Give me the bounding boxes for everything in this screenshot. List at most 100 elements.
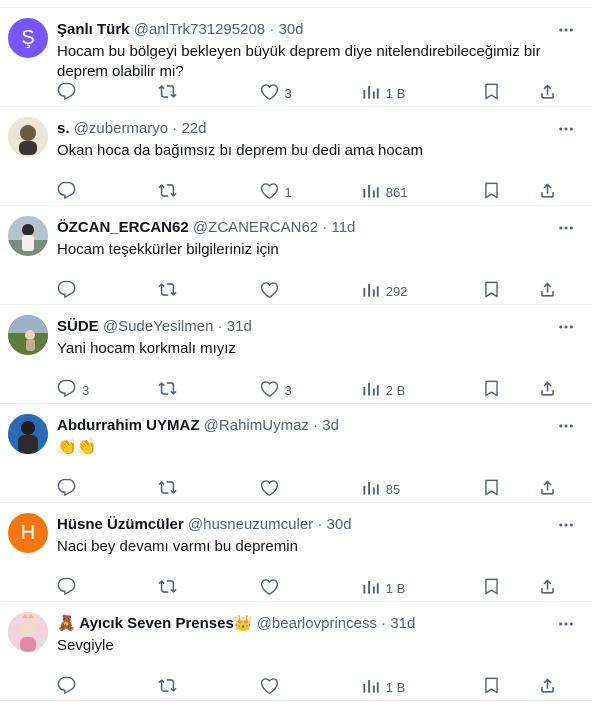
display-name[interactable]: Hüsne Üzümcüler bbox=[57, 516, 184, 533]
avatar[interactable] bbox=[8, 216, 48, 256]
views-button[interactable]: 1 B bbox=[361, 82, 421, 104]
share-icon bbox=[538, 280, 557, 302]
bookmark-button[interactable] bbox=[482, 181, 522, 203]
views-count: 1 B bbox=[385, 679, 406, 695]
tweet-header: 🧸 Ayıcık Seven Prenses👑 @bearlovprincess… bbox=[57, 614, 576, 634]
views-button[interactable]: 85 bbox=[361, 478, 421, 500]
bookmark-icon bbox=[482, 280, 501, 302]
tweet-actions-right bbox=[482, 478, 578, 500]
user-handle[interactable]: @SudeYesilmen bbox=[103, 318, 214, 335]
reply-button[interactable] bbox=[57, 181, 97, 203]
like-button[interactable] bbox=[260, 577, 300, 599]
timestamp[interactable]: 30d bbox=[278, 21, 303, 38]
reply-icon bbox=[57, 280, 76, 302]
tweet-actions-right bbox=[482, 676, 578, 698]
views-count: 1 B bbox=[385, 85, 406, 101]
like-button[interactable]: 1 bbox=[260, 181, 300, 203]
retweet-button[interactable] bbox=[158, 577, 198, 599]
reply-button[interactable] bbox=[57, 577, 97, 599]
like-button[interactable] bbox=[260, 676, 300, 698]
avatar[interactable]: Ş bbox=[8, 18, 48, 58]
avatar[interactable]: H bbox=[8, 513, 48, 553]
display-name[interactable]: s. bbox=[57, 120, 70, 137]
more-icon[interactable] bbox=[556, 218, 576, 238]
views-button[interactable]: 292 bbox=[361, 280, 421, 302]
timestamp[interactable]: 30d bbox=[327, 516, 352, 533]
reply-icon bbox=[57, 82, 76, 104]
like-button[interactable] bbox=[260, 478, 300, 500]
share-button[interactable] bbox=[538, 379, 578, 401]
retweet-button[interactable] bbox=[158, 181, 198, 203]
timestamp[interactable]: 31d bbox=[390, 615, 415, 632]
retweet-icon bbox=[158, 280, 177, 302]
like-icon bbox=[260, 478, 279, 500]
tweet-header: Şanlı Türk @anlTrk731295208 · 30d bbox=[57, 20, 576, 40]
reply-button[interactable] bbox=[57, 478, 97, 500]
more-icon[interactable] bbox=[556, 614, 576, 634]
user-handle[interactable]: @RahimUymaz bbox=[204, 417, 309, 434]
bookmark-button[interactable] bbox=[482, 379, 522, 401]
like-button[interactable] bbox=[260, 280, 300, 302]
bookmark-button[interactable] bbox=[482, 577, 522, 599]
share-button[interactable] bbox=[538, 181, 578, 203]
display-name[interactable]: Şanlı Türk bbox=[57, 21, 130, 38]
timestamp[interactable]: 3d bbox=[322, 417, 339, 434]
share-button[interactable] bbox=[538, 676, 578, 698]
avatar[interactable] bbox=[8, 612, 48, 652]
like-button[interactable]: 3 bbox=[260, 82, 300, 104]
reply-button[interactable]: 3 bbox=[57, 379, 97, 401]
retweet-button[interactable] bbox=[158, 280, 198, 302]
tweet-content: ÖZCAN_ERCAN62 @ZCANERCAN62 · 11d Hocam t… bbox=[57, 218, 576, 260]
more-icon[interactable] bbox=[556, 515, 576, 535]
tweet-content: Abdurrahim UYMAZ @RahimUymaz · 3d 👏👏 bbox=[57, 416, 576, 458]
retweet-button[interactable] bbox=[158, 478, 198, 500]
more-icon[interactable] bbox=[556, 416, 576, 436]
bookmark-button[interactable] bbox=[482, 478, 522, 500]
views-button[interactable]: 861 bbox=[361, 181, 421, 203]
tweet-text: 👏👏 bbox=[57, 439, 97, 456]
like-button[interactable]: 3 bbox=[260, 379, 300, 401]
retweet-button[interactable] bbox=[158, 379, 198, 401]
avatar[interactable] bbox=[8, 117, 48, 157]
share-icon bbox=[538, 379, 557, 401]
share-button[interactable] bbox=[538, 577, 578, 599]
views-button[interactable]: 2 B bbox=[361, 379, 421, 401]
user-handle[interactable]: @zubermaryo bbox=[74, 120, 168, 137]
views-button[interactable]: 1 B bbox=[361, 676, 421, 698]
bookmark-button[interactable] bbox=[482, 676, 522, 698]
display-name[interactable]: ÖZCAN_ERCAN62 bbox=[57, 219, 189, 236]
display-name[interactable]: Abdurrahim UYMAZ bbox=[57, 417, 200, 434]
bookmark-icon bbox=[482, 676, 501, 698]
tweet-header: Hüsne Üzümcüler @husneuzumculer · 30d bbox=[57, 515, 576, 535]
more-icon[interactable] bbox=[556, 20, 576, 40]
retweet-button[interactable] bbox=[158, 676, 198, 698]
timestamp[interactable]: 22d bbox=[181, 120, 206, 137]
bookmark-button[interactable] bbox=[482, 280, 522, 302]
user-handle[interactable]: @anlTrk731295208 bbox=[134, 21, 265, 38]
user-handle[interactable]: @ZCANERCAN62 bbox=[193, 219, 318, 236]
share-button[interactable] bbox=[538, 82, 578, 104]
share-button[interactable] bbox=[538, 478, 578, 500]
user-handle[interactable]: @bearlovprincess bbox=[257, 615, 377, 632]
top-border bbox=[0, 0, 592, 8]
share-icon bbox=[538, 577, 557, 599]
timestamp[interactable]: 11d bbox=[331, 219, 355, 236]
retweet-button[interactable] bbox=[158, 82, 198, 104]
share-button[interactable] bbox=[538, 280, 578, 302]
views-button[interactable]: 1 B bbox=[361, 577, 421, 599]
reply-button[interactable] bbox=[57, 280, 97, 302]
display-name[interactable]: 🧸 Ayıcık Seven Prenses👑 bbox=[57, 615, 253, 632]
bookmark-button[interactable] bbox=[482, 82, 522, 104]
user-handle[interactable]: @husneuzumculer bbox=[188, 516, 313, 533]
reply-button[interactable] bbox=[57, 676, 97, 698]
share-icon bbox=[538, 676, 557, 698]
more-icon[interactable] bbox=[556, 317, 576, 337]
avatar[interactable] bbox=[8, 315, 48, 355]
avatar[interactable] bbox=[8, 414, 48, 454]
display-name[interactable]: SÜDE bbox=[57, 318, 99, 335]
separator: · bbox=[317, 516, 323, 533]
share-icon bbox=[538, 82, 557, 104]
reply-button[interactable] bbox=[57, 82, 97, 104]
more-icon[interactable] bbox=[556, 119, 576, 139]
timestamp[interactable]: 31d bbox=[227, 318, 252, 335]
